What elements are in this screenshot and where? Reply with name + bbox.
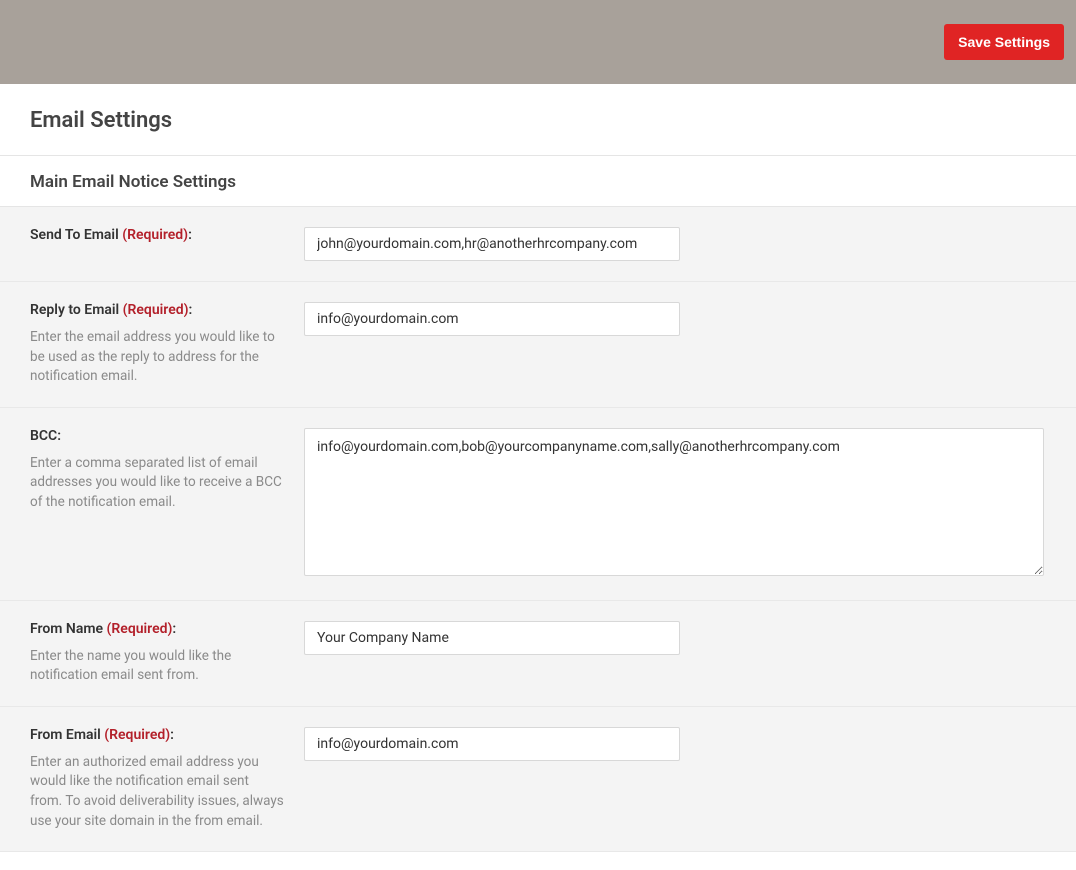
required-marker: (Required) [104,727,170,743]
page-title: Email Settings [30,108,1046,133]
from-email-desc: Enter an authorized email address you wo… [30,753,284,831]
field-row-reply-to: Reply to Email (Required): Enter the ema… [0,282,1076,408]
top-bar: Save Settings [0,0,1076,84]
field-row-from-email: From Email (Required): Enter an authoriz… [0,707,1076,852]
send-to-label: Send To Email (Required): [30,227,284,243]
required-marker: (Required) [107,621,173,637]
section-title-wrap: Main Email Notice Settings [0,156,1076,207]
reply-to-label: Reply to Email (Required): [30,302,284,318]
page-title-wrap: Email Settings [0,84,1076,156]
send-to-input[interactable] [304,227,680,261]
section-title: Main Email Notice Settings [30,172,1046,192]
label-colon: : [189,302,193,318]
reply-to-label-text: Reply to Email [30,302,119,318]
from-name-label: From Name (Required): [30,621,284,637]
bcc-input[interactable] [304,428,1044,576]
from-email-label-text: From Email [30,727,101,743]
save-settings-button[interactable]: Save Settings [944,24,1064,60]
reply-to-input[interactable] [304,302,680,336]
from-name-desc: Enter the name you would like the notifi… [30,647,284,686]
from-email-label: From Email (Required): [30,727,284,743]
label-colon: : [172,621,176,637]
from-email-input[interactable] [304,727,680,761]
send-to-label-text: Send To Email [30,227,119,243]
bcc-desc: Enter a comma separated list of email ad… [30,454,284,513]
field-row-bcc: BCC: Enter a comma separated list of ema… [0,408,1076,601]
field-row-send-to: Send To Email (Required): [0,207,1076,282]
from-name-input[interactable] [304,621,680,655]
from-name-label-text: From Name [30,621,103,637]
bcc-label: BCC: [30,428,284,444]
required-marker: (Required) [122,227,188,243]
label-colon: : [188,227,192,243]
bcc-label-text: BCC: [30,428,61,444]
required-marker: (Required) [123,302,189,318]
reply-to-desc: Enter the email address you would like t… [30,328,284,387]
label-colon: : [170,727,174,743]
field-row-from-name: From Name (Required): Enter the name you… [0,601,1076,707]
